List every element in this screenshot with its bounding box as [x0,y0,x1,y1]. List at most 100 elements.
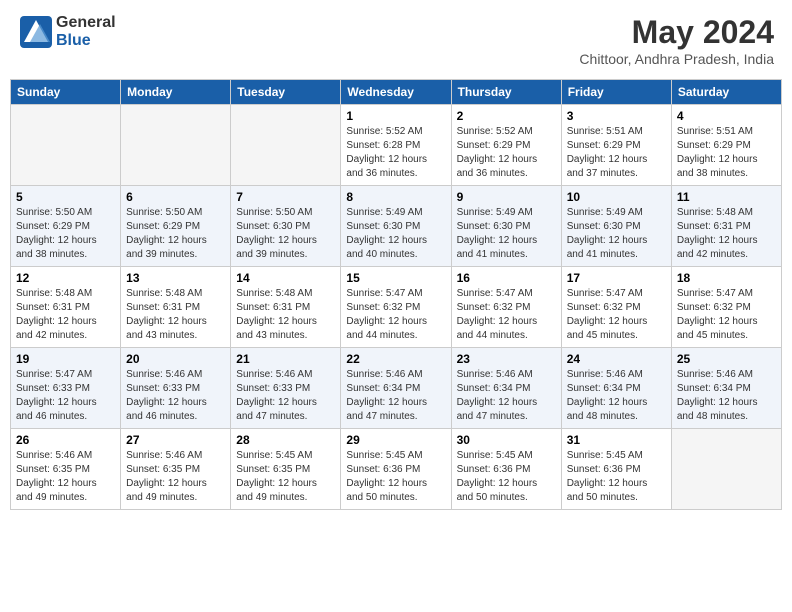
sunset-text: Sunset: 6:29 PM [567,139,666,153]
calendar-cell: 28Sunrise: 5:45 AMSunset: 6:35 PMDayligh… [231,429,341,510]
sunrise-text: Sunrise: 5:47 AM [346,287,445,301]
sunset-text: Sunset: 6:29 PM [457,139,556,153]
sunset-text: Sunset: 6:30 PM [457,220,556,234]
calendar-cell: 16 Sunrise: 5:47 AMSunset: 6:32 PMDayligh… [451,267,561,348]
daylight-text: Daylight: 12 hours and 46 minutes. [126,396,225,424]
calendar-cell: 23Sunrise: 5:46 AMSunset: 6:34 PMDayligh… [451,348,561,429]
day-info: Sunrise: 5:50 AMSunset: 6:29 PMDaylight:… [126,206,225,262]
daylight-text: Daylight: 12 hours and 48 minutes. [567,396,666,424]
sunrise-text: Sunrise: 5:50 AM [16,206,115,220]
daylight-text: Daylight: 12 hours and 43 minutes. [126,315,225,343]
day-number: 15 [346,271,445,285]
day-number: 7 [236,190,335,204]
daylight-text: Daylight: 12 hours and 41 minutes. [457,234,556,262]
day-info: Sunrise: 5:47 AMSunset: 6:32 PMDaylight:… [567,287,666,343]
page-header: General Blue May 2024 Chittoor, Andhra P… [10,10,782,71]
sunset-text: Sunset: 6:33 PM [236,382,335,396]
day-info: Sunrise: 5:51 AMSunset: 6:29 PMDaylight:… [677,125,776,181]
daylight-text: Daylight: 12 hours and 46 minutes. [16,396,115,424]
sunrise-text: Sunrise: 5:49 AM [346,206,445,220]
sunrise-text: Sunrise: 5:47 AM [16,368,115,382]
day-info: Sunrise: 5:45 AMSunset: 6:35 PMDaylight:… [236,449,335,505]
calendar-cell: 26Sunrise: 5:46 AMSunset: 6:35 PMDayligh… [11,429,121,510]
day-info: Sunrise: 5:47 AMSunset: 6:32 PMDaylight:… [457,287,556,343]
day-number: 11 [677,190,776,204]
header-monday: Monday [121,80,231,105]
day-info: Sunrise: 5:52 AMSunset: 6:29 PMDaylight:… [457,125,556,181]
sunset-text: Sunset: 6:32 PM [457,301,556,315]
calendar-week-row: 12Sunrise: 5:48 AMSunset: 6:31 PMDayligh… [11,267,782,348]
sunset-text: Sunset: 6:32 PM [677,301,776,315]
sunset-text: Sunset: 6:36 PM [567,463,666,477]
sunrise-text: Sunrise: 5:46 AM [236,368,335,382]
daylight-text: Daylight: 12 hours and 50 minutes. [457,477,556,505]
calendar-cell [231,105,341,186]
day-number: 24 [567,352,666,366]
day-number: 30 [457,433,556,447]
daylight-text: Daylight: 12 hours and 49 minutes. [236,477,335,505]
calendar-cell: 1Sunrise: 5:52 AMSunset: 6:28 PMDaylight… [341,105,451,186]
sunset-text: Sunset: 6:31 PM [126,301,225,315]
sunset-text: Sunset: 6:31 PM [677,220,776,234]
sunrise-text: Sunrise: 5:46 AM [677,368,776,382]
sunrise-text: Sunrise: 5:52 AM [457,125,556,139]
day-number: 16 [457,271,556,285]
daylight-text: Daylight: 12 hours and 47 minutes. [346,396,445,424]
day-number: 14 [236,271,335,285]
daylight-text: Daylight: 12 hours and 47 minutes. [236,396,335,424]
day-number: 27 [126,433,225,447]
daylight-text: Daylight: 12 hours and 45 minutes. [677,315,776,343]
calendar-cell: 21Sunrise: 5:46 AMSunset: 6:33 PMDayligh… [231,348,341,429]
day-info: Sunrise: 5:46 AMSunset: 6:33 PMDaylight:… [126,368,225,424]
daylight-text: Daylight: 12 hours and 44 minutes. [457,315,556,343]
calendar-cell: 11Sunrise: 5:48 AMSunset: 6:31 PMDayligh… [671,186,781,267]
daylight-text: Daylight: 12 hours and 41 minutes. [567,234,666,262]
day-number: 2 [457,109,556,123]
day-info: Sunrise: 5:48 AMSunset: 6:31 PMDaylight:… [16,287,115,343]
day-number: 13 [126,271,225,285]
sunrise-text: Sunrise: 5:49 AM [567,206,666,220]
day-info: Sunrise: 5:46 AMSunset: 6:34 PMDaylight:… [457,368,556,424]
location-text: Chittoor, Andhra Pradesh, India [579,51,774,67]
day-number: 5 [16,190,115,204]
sunrise-text: Sunrise: 5:45 AM [567,449,666,463]
day-info: Sunrise: 5:47 AMSunset: 6:32 PMDaylight:… [677,287,776,343]
sunset-text: Sunset: 6:29 PM [677,139,776,153]
calendar-cell: 4 Sunrise: 5:51 AMSunset: 6:29 PMDaylight… [671,105,781,186]
sunrise-text: Sunrise: 5:52 AM [346,125,445,139]
calendar-week-row: 19Sunrise: 5:47 AMSunset: 6:33 PMDayligh… [11,348,782,429]
sunset-text: Sunset: 6:35 PM [16,463,115,477]
sunrise-text: Sunrise: 5:46 AM [126,449,225,463]
sunrise-text: Sunrise: 5:47 AM [677,287,776,301]
calendar-cell: 22Sunrise: 5:46 AMSunset: 6:34 PMDayligh… [341,348,451,429]
day-info: Sunrise: 5:46 AMSunset: 6:34 PMDaylight:… [567,368,666,424]
calendar-cell: 10Sunrise: 5:49 AMSunset: 6:30 PMDayligh… [561,186,671,267]
day-number: 29 [346,433,445,447]
calendar-cell: 2 Sunrise: 5:52 AMSunset: 6:29 PMDaylight… [451,105,561,186]
day-number: 19 [16,352,115,366]
header-friday: Friday [561,80,671,105]
logo-general-text: General [56,14,116,32]
sunset-text: Sunset: 6:30 PM [346,220,445,234]
day-info: Sunrise: 5:46 AMSunset: 6:35 PMDaylight:… [16,449,115,505]
daylight-text: Daylight: 12 hours and 50 minutes. [567,477,666,505]
calendar-week-row: 5Sunrise: 5:50 AMSunset: 6:29 PMDaylight… [11,186,782,267]
day-info: Sunrise: 5:45 AMSunset: 6:36 PMDaylight:… [457,449,556,505]
sunset-text: Sunset: 6:30 PM [236,220,335,234]
logo: General Blue [18,14,116,50]
sunset-text: Sunset: 6:34 PM [346,382,445,396]
day-number: 4 [677,109,776,123]
header-wednesday: Wednesday [341,80,451,105]
header-tuesday: Tuesday [231,80,341,105]
calendar-cell: 7Sunrise: 5:50 AMSunset: 6:30 PMDaylight… [231,186,341,267]
sunrise-text: Sunrise: 5:47 AM [457,287,556,301]
sunset-text: Sunset: 6:29 PM [16,220,115,234]
calendar-cell: 25Sunrise: 5:46 AMSunset: 6:34 PMDayligh… [671,348,781,429]
daylight-text: Daylight: 12 hours and 39 minutes. [236,234,335,262]
sunrise-text: Sunrise: 5:48 AM [236,287,335,301]
day-number: 9 [457,190,556,204]
sunset-text: Sunset: 6:34 PM [677,382,776,396]
day-number: 3 [567,109,666,123]
header-sunday: Sunday [11,80,121,105]
sunrise-text: Sunrise: 5:48 AM [126,287,225,301]
